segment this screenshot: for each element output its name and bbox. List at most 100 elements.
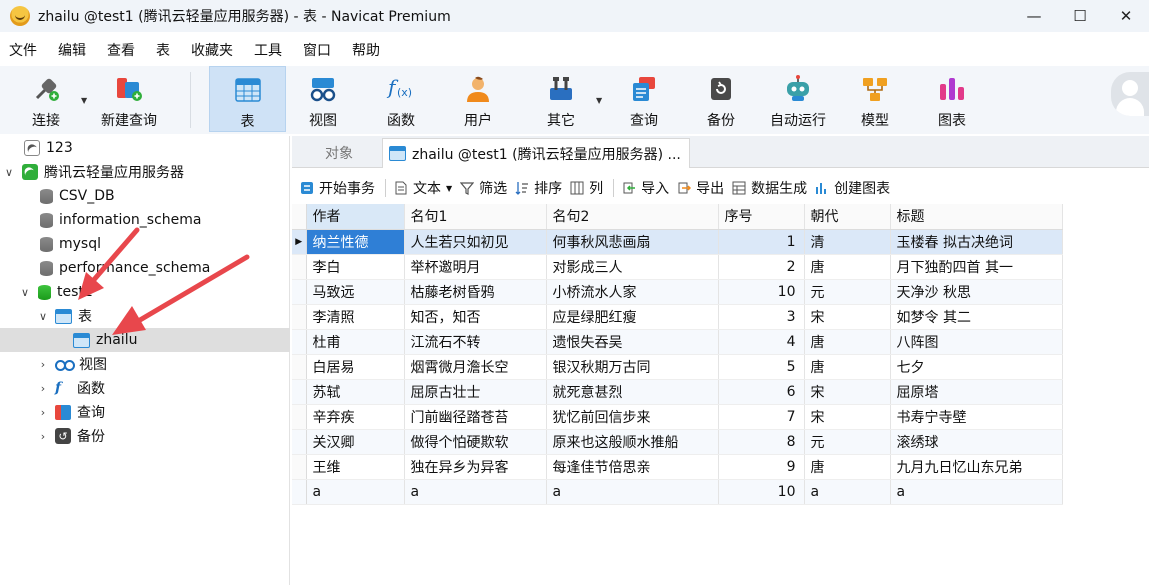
table-row[interactable]: 白居易 烟霄微月澹长空 银汉秋期万古同 5 唐 七夕 <box>292 354 1063 380</box>
data-generation-button[interactable]: 数据生成 <box>732 178 807 198</box>
table-cell[interactable]: 原来也这般顺水推船 <box>546 429 719 455</box>
table-row[interactable]: 李白 举杯邀明月 对影成三人 2 唐 月下独酌四首 其一 <box>292 254 1063 280</box>
table-row[interactable]: 王维 独在异乡为异客 每逢佳节倍思亲 9 唐 九月九日忆山东兄弟 <box>292 454 1063 480</box>
begin-transaction-button[interactable]: 开始事务 <box>300 178 375 198</box>
tree-connection-123[interactable]: 123 <box>0 136 290 160</box>
new-query-button[interactable]: 新建查询 <box>96 66 162 132</box>
table-cell[interactable]: 马致远 <box>306 279 405 305</box>
table-cell[interactable]: 杜甫 <box>306 329 405 355</box>
table-button[interactable]: 表 <box>209 66 286 132</box>
table-cell[interactable]: 天净沙 秋思 <box>890 279 1063 305</box>
table-cell[interactable]: 唐 <box>804 354 891 380</box>
column-header[interactable]: 序号 <box>718 204 805 230</box>
table-row[interactable]: 辛弃疾 门前幽径踏苍苔 犹忆前回信步来 7 宋 书寿宁寺壁 <box>292 404 1063 430</box>
table-cell[interactable]: 做得个怕硬欺软 <box>404 429 547 455</box>
tree-node-functions[interactable]: › f 函数 <box>0 376 290 400</box>
table-cell[interactable]: 屈原塔 <box>890 379 1063 405</box>
table-cell[interactable]: 枯藤老树昏鸦 <box>404 279 547 305</box>
table-cell[interactable]: 江流石不转 <box>404 329 547 355</box>
collapse-chevron-icon[interactable]: ∨ <box>2 166 16 179</box>
other-dropdown-icon[interactable]: ▼ <box>596 96 602 105</box>
import-button[interactable]: 导入 <box>622 178 669 198</box>
collapse-chevron-icon[interactable]: ∨ <box>36 310 50 323</box>
table-row[interactable]: 杜甫 江流石不转 遗恨失吞吴 4 唐 八阵图 <box>292 329 1063 355</box>
query-button[interactable]: 查询 <box>611 66 677 132</box>
table-cell[interactable]: 2 <box>718 254 805 280</box>
expand-chevron-icon[interactable]: › <box>36 358 50 371</box>
table-cell[interactable]: 就死意甚烈 <box>546 379 719 405</box>
model-button[interactable]: 模型 <box>842 66 908 132</box>
menu-tools[interactable]: 工具 <box>245 40 294 60</box>
table-cell[interactable]: a <box>890 479 1063 505</box>
other-button[interactable]: 其它 <box>528 66 594 132</box>
table-cell[interactable]: 纳兰性德 <box>306 229 405 255</box>
create-chart-button[interactable]: 创建图表 <box>815 178 890 198</box>
tree-node-views[interactable]: › 视图 <box>0 352 290 376</box>
table-cell[interactable]: 何事秋风悲画扇 <box>546 229 719 255</box>
table-cell[interactable]: 玉楼春 拟古决绝词 <box>890 229 1063 255</box>
table-cell[interactable]: 李清照 <box>306 304 405 330</box>
tree-db-performance-schema[interactable]: performance_schema <box>0 256 290 280</box>
table-cell[interactable]: 小桥流水人家 <box>546 279 719 305</box>
table-cell[interactable]: 关汉卿 <box>306 429 405 455</box>
table-cell[interactable]: 李白 <box>306 254 405 280</box>
table-cell[interactable]: 10 <box>718 479 805 505</box>
table-cell[interactable]: 屈原古壮士 <box>404 379 547 405</box>
menu-edit[interactable]: 编辑 <box>49 40 98 60</box>
table-cell[interactable]: 白居易 <box>306 354 405 380</box>
column-header[interactable]: 名句1 <box>404 204 547 230</box>
tab-zhailu-table[interactable]: zhailu @test1 (腾讯云轻量应用服务器) ... <box>382 138 690 168</box>
table-cell[interactable]: 门前幽径踏苍苔 <box>404 404 547 430</box>
connect-dropdown-icon[interactable]: ▼ <box>81 96 87 105</box>
table-cell[interactable]: 7 <box>718 404 805 430</box>
table-cell[interactable]: 5 <box>718 354 805 380</box>
table-cell[interactable]: 犹忆前回信步来 <box>546 404 719 430</box>
table-cell[interactable]: a <box>546 479 719 505</box>
table-row[interactable]: 马致远 枯藤老树昏鸦 小桥流水人家 10 元 天净沙 秋思 <box>292 279 1063 305</box>
table-cell[interactable]: 七夕 <box>890 354 1063 380</box>
connect-button[interactable]: 连接 <box>14 66 78 132</box>
table-row[interactable]: a a a 10 a a <box>292 479 1063 505</box>
tab-objects[interactable]: 对象 <box>298 138 380 168</box>
table-cell[interactable]: 烟霄微月澹长空 <box>404 354 547 380</box>
table-cell[interactable]: 9 <box>718 454 805 480</box>
table-cell[interactable]: 清 <box>804 229 891 255</box>
table-cell[interactable]: 滚绣球 <box>890 429 1063 455</box>
tree-db-test1[interactable]: ∨ test1 <box>0 280 290 304</box>
tree-node-tables[interactable]: ∨ 表 <box>0 304 290 328</box>
menu-window[interactable]: 窗口 <box>294 40 343 60</box>
minimize-button[interactable]: — <box>1011 0 1057 32</box>
table-cell[interactable]: 8 <box>718 429 805 455</box>
table-row[interactable]: ▶ 纳兰性德 人生若只如初见 何事秋风悲画扇 1 清 玉楼春 拟古决绝词 <box>292 229 1063 255</box>
menu-favorites[interactable]: 收藏夹 <box>182 40 245 60</box>
column-header[interactable]: 朝代 <box>804 204 891 230</box>
table-cell[interactable]: 王维 <box>306 454 405 480</box>
tree-db-information-schema[interactable]: information_schema <box>0 208 290 232</box>
table-cell[interactable]: 如梦令 其二 <box>890 304 1063 330</box>
function-button[interactable]: f (x) 函数 <box>368 66 434 132</box>
table-cell[interactable]: 元 <box>804 429 891 455</box>
view-button[interactable]: 视图 <box>290 66 356 132</box>
menu-table[interactable]: 表 <box>147 40 182 60</box>
tree-db-csv[interactable]: CSV_DB <box>0 184 290 208</box>
sort-button[interactable]: 排序 <box>515 178 562 198</box>
table-row[interactable]: 李清照 知否，知否 应是绿肥红瘦 3 宋 如梦令 其二 <box>292 304 1063 330</box>
table-cell[interactable]: 每逢佳节倍思亲 <box>546 454 719 480</box>
chart-button[interactable]: 图表 <box>919 66 985 132</box>
table-cell[interactable]: a <box>804 479 891 505</box>
table-cell[interactable]: 宋 <box>804 379 891 405</box>
table-cell[interactable]: 八阵图 <box>890 329 1063 355</box>
collapse-chevron-icon[interactable]: ∨ <box>18 286 32 299</box>
table-cell[interactable]: 唐 <box>804 454 891 480</box>
table-cell[interactable]: 独在异乡为异客 <box>404 454 547 480</box>
table-cell[interactable]: 唐 <box>804 254 891 280</box>
user-avatar-icon[interactable] <box>1111 72 1149 116</box>
text-button[interactable]: 文本 ▼ <box>394 178 452 198</box>
tree-node-queries[interactable]: › 查询 <box>0 400 290 424</box>
user-button[interactable]: 用户 <box>445 66 511 132</box>
menu-help[interactable]: 帮助 <box>343 40 392 60</box>
table-cell[interactable]: 宋 <box>804 304 891 330</box>
close-button[interactable]: ✕ <box>1103 0 1149 32</box>
column-header[interactable]: 作者 <box>306 204 405 230</box>
filter-button[interactable]: 筛选 <box>459 178 507 198</box>
